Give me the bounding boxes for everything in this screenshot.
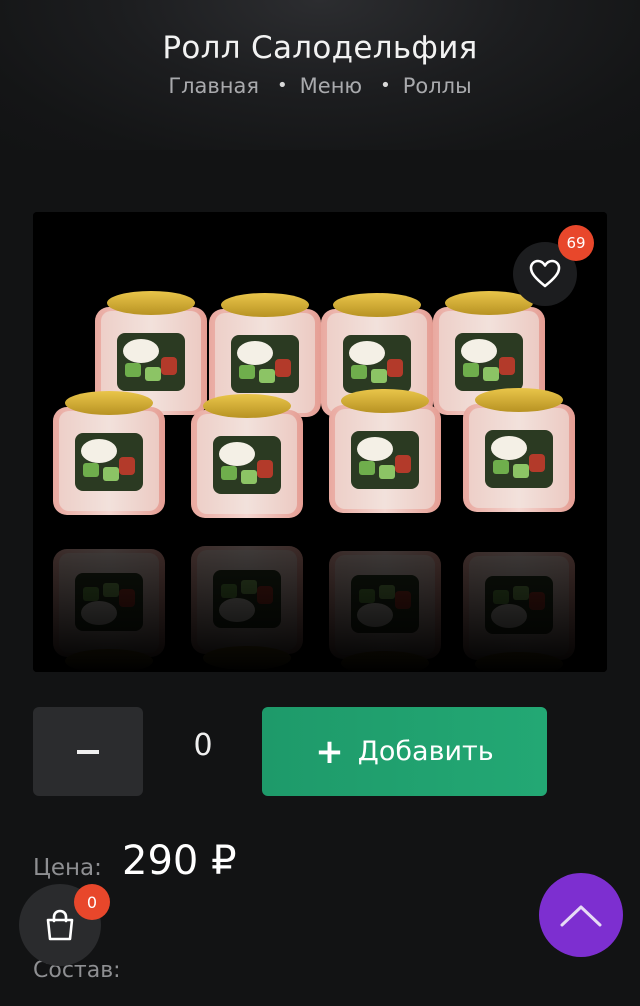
cart-count-badge: 0	[74, 884, 110, 920]
decrease-quantity-button[interactable]	[33, 707, 143, 796]
favorite-count-badge: 69	[558, 225, 594, 261]
breadcrumb-menu[interactable]: Меню	[300, 74, 362, 98]
breadcrumb: Главная • Меню • Роллы	[0, 74, 640, 98]
scroll-to-top-button[interactable]	[539, 873, 623, 957]
price-label: Цена:	[33, 855, 102, 881]
page-header: Ролл Салодельфия Главная • Меню • Роллы	[0, 0, 640, 150]
shopping-bag-icon	[46, 909, 74, 941]
price-value: 290 ₽	[122, 838, 237, 884]
breadcrumb-separator: •	[277, 75, 288, 96]
breadcrumb-home[interactable]: Главная	[168, 74, 259, 98]
add-to-cart-label: Добавить	[357, 736, 494, 767]
chevron-up-icon	[560, 905, 602, 927]
minus-icon	[77, 749, 99, 754]
breadcrumb-current: Роллы	[402, 74, 472, 98]
plus-icon: +	[315, 731, 344, 772]
page-title: Ролл Салодельфия	[162, 30, 478, 66]
heart-icon	[529, 259, 561, 288]
breadcrumb-separator: •	[380, 75, 391, 96]
product-page: Ролл Салодельфия Главная • Меню • Роллы	[0, 0, 640, 1006]
add-to-cart-button[interactable]: + Добавить	[262, 707, 547, 796]
quantity-value: 0	[193, 728, 213, 763]
